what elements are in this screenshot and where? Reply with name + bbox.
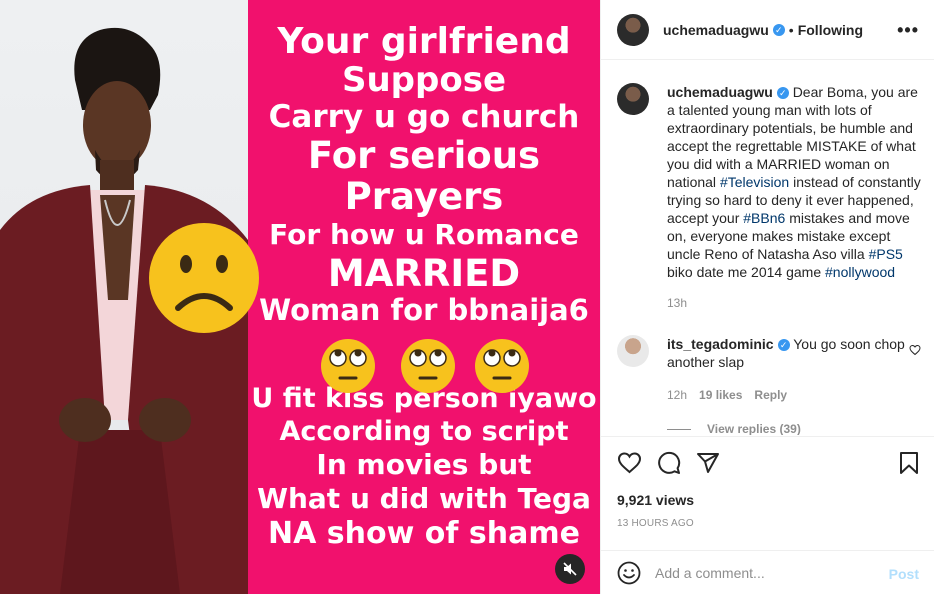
post-details-panel: uchemaduagwu ✓ • Following ••• uchemadua… [600, 0, 934, 594]
overlay-line: What u did with Tega [257, 482, 591, 515]
overlay-line: According to script [279, 416, 569, 447]
post-media[interactable]: Your girlfriend Suppose Carry u go churc… [0, 0, 600, 594]
comment-timestamp[interactable]: 12h [667, 388, 687, 402]
overlay-line: For how u Romance [269, 218, 579, 251]
eye-roll-emoji-icon [401, 339, 455, 393]
post-button[interactable]: Post [889, 566, 919, 582]
hashtag-link[interactable]: #BBn6 [743, 210, 785, 226]
overlay-line: For serious [307, 134, 541, 177]
like-heart-icon[interactable] [617, 451, 642, 475]
comment-likes[interactable]: 19 likes [699, 388, 742, 402]
emoji-smiley-icon[interactable] [617, 561, 641, 585]
speaker-muted-icon [563, 562, 577, 576]
caption-username[interactable]: uchemaduagwu [667, 84, 773, 100]
comment-text: its_tegadominic ✓ You go soon chop anothe… [667, 335, 907, 371]
add-comment-bar: Add a comment... Post [601, 550, 934, 594]
frowning-face-emoji-icon [149, 223, 259, 333]
verified-badge-icon: ✓ [776, 87, 789, 100]
overlay-line: Carry u go church [268, 99, 580, 135]
post-header: uchemaduagwu ✓ • Following ••• [601, 0, 934, 60]
eye-roll-emoji-icon [321, 339, 375, 393]
avatar[interactable] [617, 335, 649, 367]
hashtag-link[interactable]: #PS5 [869, 246, 903, 262]
like-comment-heart-icon[interactable] [909, 344, 921, 356]
caption: uchemaduagwu ✓ Dear Boma, you are a talen… [617, 83, 923, 281]
divider [667, 428, 691, 430]
share-paper-plane-icon[interactable] [696, 451, 720, 475]
post-date[interactable]: 13 HOURS AGO [617, 518, 694, 529]
caption-timestamp[interactable]: 13h [667, 296, 687, 310]
verified-badge-icon: ✓ [777, 339, 790, 352]
action-bar [601, 436, 934, 488]
comments-list[interactable]: uchemaduagwu ✓ Dear Boma, you are a talen… [601, 61, 934, 435]
view-replies-button[interactable]: View replies (39) [667, 422, 801, 435]
comment-bubble-icon[interactable] [657, 451, 681, 475]
eye-roll-emoji-icon [475, 339, 529, 393]
overlay-text: Your girlfriend Suppose Carry u go churc… [248, 18, 600, 549]
hashtag-link[interactable]: #Television [720, 174, 789, 190]
comment-meta: 12h 19 likes Reply [667, 388, 799, 402]
header-separator: • [788, 21, 794, 38]
save-bookmark-icon[interactable] [897, 451, 921, 475]
overlay-line: MARRIED [327, 252, 521, 295]
overlay-line: Woman for bbnaija6 [259, 293, 589, 327]
more-options-icon[interactable]: ••• [897, 20, 919, 41]
header-username[interactable]: uchemaduagwu [663, 22, 769, 38]
mute-button[interactable] [555, 554, 585, 584]
avatar[interactable] [617, 13, 649, 46]
avatar[interactable] [617, 83, 649, 115]
view-count[interactable]: 9,921 views [617, 492, 694, 508]
overlay-line: NA show of shame [268, 516, 580, 551]
verified-badge-icon: ✓ [772, 23, 785, 36]
comment-item: its_tegadominic ✓ You go soon chop anothe… [617, 335, 907, 371]
following-button[interactable]: Following [798, 22, 863, 38]
view-replies-label: View replies (39) [707, 422, 801, 435]
overlay-line: Your girlfriend [277, 21, 571, 62]
caption-body: biko date me 2014 game [667, 264, 825, 280]
comment-input[interactable]: Add a comment... [655, 565, 875, 581]
overlay-line: Suppose [341, 60, 507, 100]
overlay-line: In movies but [316, 448, 532, 481]
comment-username[interactable]: its_tegadominic [667, 336, 774, 352]
reply-button[interactable]: Reply [754, 388, 787, 402]
caption-text: uchemaduagwu ✓ Dear Boma, you are a talen… [667, 83, 923, 281]
overlay-line: Prayers [344, 175, 504, 218]
hashtag-link[interactable]: #nollywood [825, 264, 895, 280]
